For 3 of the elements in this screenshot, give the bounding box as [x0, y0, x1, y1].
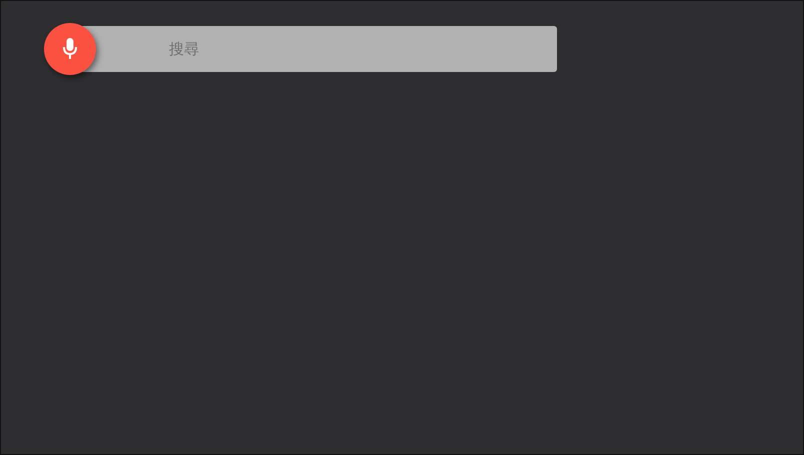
search-field[interactable]: 搜尋 [96, 26, 557, 72]
microphone-button[interactable] [44, 23, 96, 75]
microphone-icon [62, 37, 78, 61]
